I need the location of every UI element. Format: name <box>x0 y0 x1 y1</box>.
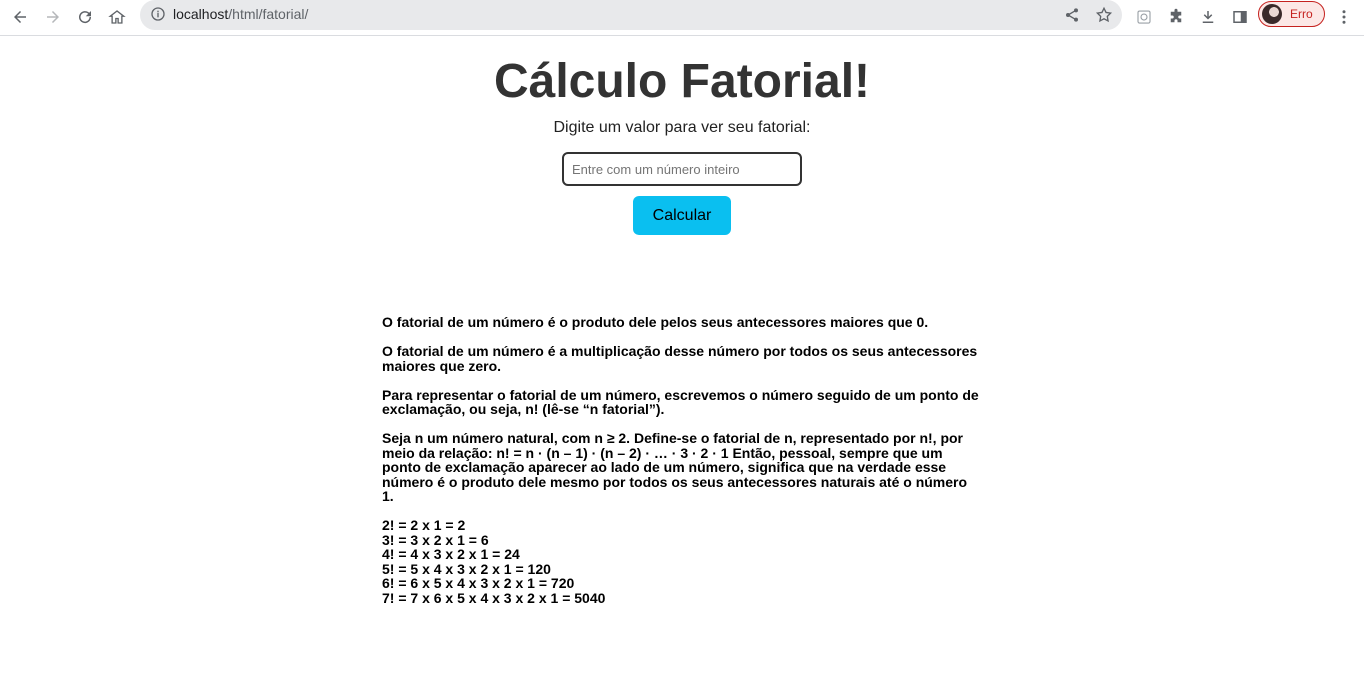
back-arrow-icon[interactable] <box>6 3 34 31</box>
paragraph: Para representar o fatorial de um número… <box>382 386 979 417</box>
example-line: 3! = 3 x 2 x 1 = 6 <box>382 531 489 548</box>
url-text: localhost/html/fatorial/ <box>173 6 308 22</box>
example-line: 7! = 7 x 6 x 5 x 4 x 3 x 2 x 1 = 5040 <box>382 589 606 606</box>
forward-arrow-icon[interactable] <box>39 3 67 31</box>
input-prompt: Digite um valor para ver seu fatorial: <box>553 119 811 136</box>
share-icon[interactable] <box>1062 5 1082 25</box>
extensions-puzzle-icon[interactable] <box>1162 3 1190 31</box>
page-title: Cálculo Fatorial! <box>493 55 871 108</box>
menu-kebab-icon[interactable] <box>1330 3 1358 31</box>
home-icon[interactable] <box>103 3 131 31</box>
side-panel-icon[interactable] <box>1226 3 1254 31</box>
browser-toolbar: localhost/html/fatorial/ Erro <box>0 0 1364 36</box>
example-line: 5! = 5 x 4 x 3 x 2 x 1 = 120 <box>382 560 551 577</box>
extension-icon[interactable] <box>1130 3 1158 31</box>
page-content: Cálculo Fatorial! Digite um valor para v… <box>0 36 1364 698</box>
avatar <box>1262 4 1282 24</box>
profile-error-label: Erro <box>1290 7 1313 21</box>
info-icon[interactable] <box>150 6 166 22</box>
calculate-button[interactable]: Calcular <box>633 196 731 235</box>
url-host: localhost <box>173 6 229 22</box>
paragraph: O fatorial de um número é a multiplicaçã… <box>382 343 978 374</box>
url-path: /html/fatorial/ <box>228 6 309 22</box>
paragraph: O fatorial de um número é o produto dele… <box>382 314 929 330</box>
address-bar[interactable]: localhost/html/fatorial/ <box>140 0 1122 30</box>
download-icon[interactable] <box>1194 3 1222 31</box>
profile-button[interactable]: Erro <box>1258 1 1325 27</box>
paragraph: Seja n um número natural, com n ≥ 2. Def… <box>382 430 968 504</box>
reload-icon[interactable] <box>71 3 99 31</box>
factorial-examples: 2! = 2 x 1 = 2 3! = 3 x 2 x 1 = 6 4! = 4… <box>382 518 982 605</box>
example-line: 6! = 6 x 5 x 4 x 3 x 2 x 1 = 720 <box>382 575 575 591</box>
bookmark-star-icon[interactable] <box>1094 5 1114 25</box>
explanation-text: O fatorial de um número é o produto dele… <box>382 315 982 605</box>
number-input[interactable] <box>562 152 802 186</box>
example-line: 2! = 2 x 1 = 2 <box>382 517 466 533</box>
example-line: 4! = 4 x 3 x 2 x 1 = 24 <box>382 546 520 562</box>
